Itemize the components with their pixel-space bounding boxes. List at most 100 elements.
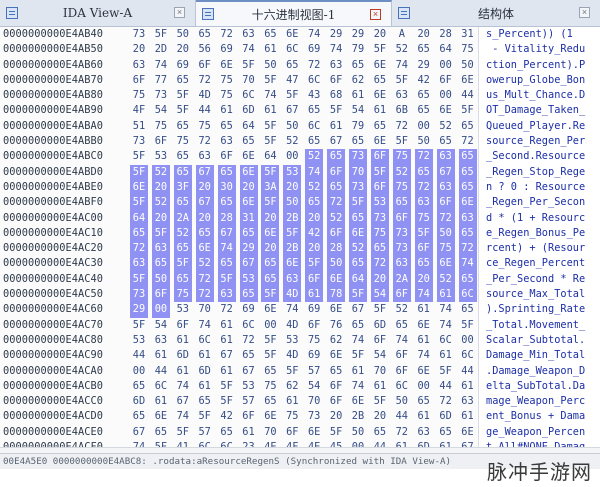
hex-row[interactable]: 0000000000E4AC60 29 00 53 70 72 69 6E 74 69 6E 67 5F… [0,302,478,318]
hex-byte[interactable]: 29 [415,58,433,73]
hex-byte[interactable]: 65 [349,210,367,226]
ascii-row[interactable]: ction_Percent).P [479,58,600,73]
hex-byte[interactable]: 61 [415,333,433,348]
hex-byte[interactable]: 65 [217,256,236,272]
hex-row[interactable]: 0000000000E4ABD0 5F 52 65 67 65 6E 5F 53 74 6F 70 5F… [0,164,478,180]
tab-hex-view[interactable]: 十六进制视图-1 × [196,0,392,26]
hex-byte[interactable]: 61 [459,409,477,424]
hex-byte[interactable]: 72 [393,119,411,134]
hex-byte[interactable]: 5F [218,394,236,409]
hex-byte[interactable]: 6D [196,364,214,379]
hex-byte[interactable]: 20 [151,210,170,226]
hex-byte[interactable]: 72 [196,134,214,149]
hex-byte[interactable]: 75 [414,210,433,226]
hex-byte[interactable]: 6F [437,73,455,88]
hex-byte[interactable]: 64 [349,271,367,288]
hex-byte[interactable]: 20 [195,179,214,196]
hex-byte[interactable]: 53 [239,271,258,288]
hex-byte[interactable]: 00 [283,149,301,164]
hex-byte[interactable]: 20 [370,271,389,288]
hex-byte[interactable]: 20 [327,409,345,424]
hex-byte[interactable]: 6B [393,103,411,118]
hex-byte[interactable]: 65 [174,149,192,164]
hex-row[interactable]: 0000000000E4ABF0 5F 52 65 67 65 6E 5F 50 65 72 5F 53… [0,195,478,211]
hex-byte[interactable]: 70 [240,73,258,88]
hex-byte[interactable]: 6D [130,394,148,409]
hex-byte[interactable]: 00 [437,88,455,103]
hex-byte[interactable]: 5F [174,425,192,440]
hex-byte[interactable]: 6F [327,379,345,394]
hex-byte[interactable]: 00 [151,302,170,318]
hex-byte[interactable]: 74 [261,88,279,103]
hex-byte[interactable]: 20 [415,27,433,42]
hex-byte[interactable]: 69 [305,302,323,317]
hex-byte[interactable]: 78 [327,287,346,303]
hex-byte[interactable]: 65 [130,225,148,242]
hex-row[interactable]: 0000000000E4AC30 63 65 5F 52 65 67 65 6E 5F 50 65 72… [0,256,478,272]
hex-byte[interactable]: 52 [173,225,192,242]
hex-byte[interactable]: 65 [371,119,389,134]
hex-byte[interactable]: 28 [217,210,236,226]
hex-byte[interactable]: 50 [151,271,170,288]
hex-byte[interactable]: 47 [283,73,301,88]
hex-byte[interactable]: 74 [437,302,455,317]
hex-byte[interactable]: 28 [437,27,455,42]
hex-byte[interactable]: 50 [283,119,301,134]
hex-byte[interactable]: 5F [393,134,411,149]
hex-byte[interactable]: 31 [459,27,477,42]
hex-byte[interactable]: 74 [327,42,345,57]
hex-byte[interactable]: 65 [239,225,258,242]
hex-byte[interactable]: 65 [217,164,236,180]
tab-structures[interactable]: 结构体 × [392,0,600,26]
hex-byte[interactable]: 20 [261,210,280,226]
hex-byte[interactable]: 44 [459,364,477,379]
hex-byte[interactable]: 77 [152,73,170,88]
hex-byte[interactable]: 42 [415,73,433,88]
hex-byte[interactable]: 74 [305,27,323,42]
hex-byte[interactable]: 50 [459,58,477,73]
hex-byte[interactable]: 63 [130,256,148,272]
hex-row[interactable]: 0000000000E4AC20 72 63 65 6E 74 29 20 2B 20 28 52 65… [0,241,478,257]
hex-byte[interactable]: 4D [196,88,214,103]
hex-byte[interactable]: 65 [174,73,192,88]
hex-byte[interactable]: 72 [130,241,148,257]
hex-byte[interactable]: 65 [327,364,345,379]
hex-byte[interactable]: 65 [305,195,324,211]
hex-byte[interactable]: 61 [218,103,236,118]
hex-byte[interactable]: 62 [349,73,367,88]
hex-byte[interactable]: 31 [239,210,258,226]
close-icon[interactable]: × [579,7,590,18]
hex-row[interactable]: 0000000000E4AB60 63 74 69 6F 6E 5F 50 65 72 63 65 6E… [0,58,478,73]
hex-byte[interactable]: 72 [195,287,214,303]
hex-byte[interactable]: 67 [174,394,192,409]
hex-byte[interactable]: 61 [196,348,214,363]
hex-byte[interactable]: 2B [349,409,367,424]
hex-byte[interactable]: 65 [327,179,346,196]
hex-byte[interactable]: 00 [130,364,148,379]
hex-byte[interactable]: 6F [240,409,258,424]
hex-byte[interactable]: 6F [436,195,455,211]
hex-byte[interactable]: 6C [393,379,411,394]
hex-byte[interactable]: 63 [151,241,170,257]
hex-byte[interactable]: 75 [196,119,214,134]
hex-byte[interactable]: 00 [459,333,477,348]
ascii-row[interactable]: _Total.Movement_ [479,318,600,333]
hex-byte[interactable]: 65 [458,149,477,165]
hex-byte[interactable]: 3A [261,179,280,196]
hex-byte[interactable]: 5F [371,302,389,317]
hex-byte[interactable]: 6E [283,27,301,42]
ascii-row[interactable]: _Regen_Per_Secon [479,195,600,210]
hex-byte[interactable]: 6E [415,364,433,379]
hex-byte[interactable]: 6D [174,348,192,363]
hex-byte[interactable]: 65 [240,134,258,149]
hex-byte[interactable]: 62 [327,333,345,348]
hex-byte[interactable]: 5F [196,409,214,424]
hex-byte[interactable]: 6E [349,225,367,242]
hex-byte[interactable]: 6E [261,409,279,424]
hex-byte[interactable]: 65 [415,42,433,57]
hex-byte[interactable]: 6E [459,73,477,88]
hex-byte[interactable]: 20 [371,27,389,42]
ascii-row[interactable]: s_Percent)) (1 [479,27,600,42]
hex-byte[interactable]: 5F [327,103,345,118]
hex-byte[interactable]: 65 [414,164,433,180]
